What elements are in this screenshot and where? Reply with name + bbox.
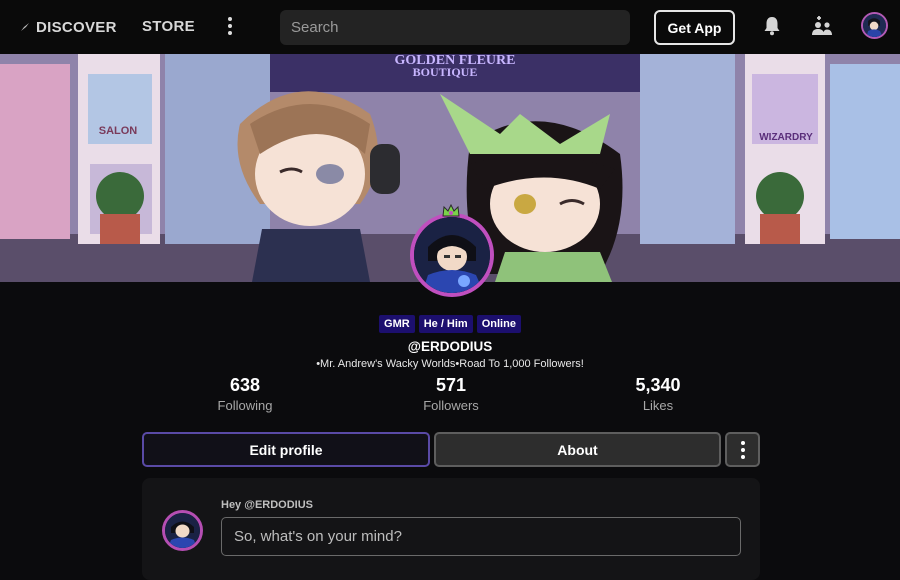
nav-discover-label: DISCOVER — [36, 18, 117, 36]
edit-profile-button[interactable]: Edit profile — [142, 432, 430, 467]
stat-following-label: Following — [217, 398, 273, 413]
add-friend-icon[interactable] — [811, 16, 833, 36]
avatar-crown-badge — [442, 204, 460, 217]
profile-badges: GMR He / Him Online — [0, 315, 900, 333]
badge-status: Online — [476, 315, 521, 333]
badge-role: GMR — [379, 315, 415, 333]
stat-followers-value: 571 — [435, 375, 467, 395]
banner-sign-salon: SALON — [99, 125, 138, 137]
profile-username: @ERDODIUS — [407, 339, 493, 354]
get-app-button[interactable]: Get App — [654, 10, 735, 45]
composer-greeting: Hey @ERDODIUS — [221, 499, 314, 511]
banner-sign-wizardry: WIZARDRY — [759, 132, 813, 143]
bell-icon[interactable] — [763, 16, 781, 36]
about-button[interactable]: About — [434, 432, 721, 467]
stat-followers[interactable]: 571 Followers — [371, 374, 531, 413]
stat-followers-label: Followers — [423, 398, 479, 413]
avatar-image — [414, 217, 490, 293]
stat-following-value: 638 — [229, 375, 261, 395]
stat-likes[interactable]: 5,340 Likes — [578, 374, 738, 413]
nav-store-link[interactable]: STORE — [142, 18, 195, 35]
stat-likes-label: Likes — [642, 398, 674, 413]
more-vertical-icon — [740, 440, 745, 445]
stat-following[interactable]: 638 Following — [165, 374, 325, 413]
avatar[interactable] — [861, 12, 888, 39]
profile-more-button[interactable] — [725, 432, 760, 467]
profile-bio: •Mr. Andrew's Wacky Worlds•Road To 1,000… — [316, 358, 584, 370]
stat-likes-value: 5,340 — [635, 375, 681, 395]
top-navbar: DISCOVER STORE Get App — [0, 0, 900, 54]
nav-discover-link[interactable]: DISCOVER — [20, 18, 117, 36]
compass-icon — [21, 23, 29, 31]
post-input[interactable] — [221, 517, 741, 556]
composer-avatar[interactable] — [162, 510, 203, 551]
banner-sign-sub: BOUTIQUE — [413, 65, 478, 79]
more-vertical-icon[interactable] — [222, 15, 238, 37]
profile-avatar[interactable] — [410, 213, 494, 297]
search-input[interactable] — [280, 10, 630, 45]
badge-pronouns: He / Him — [418, 315, 473, 333]
avatar-image — [165, 513, 200, 548]
